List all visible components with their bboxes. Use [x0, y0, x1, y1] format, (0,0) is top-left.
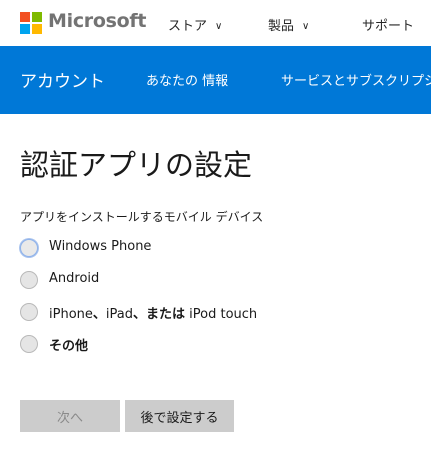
nav-products[interactable]: 製品 ∨ — [268, 15, 309, 34]
radio-button[interactable] — [20, 239, 38, 257]
account-home-link[interactable]: アカウント — [20, 67, 105, 92]
label-part: iPad — [105, 307, 133, 322]
label-part: 、 — [92, 307, 106, 322]
label-part: 、 — [133, 307, 147, 322]
radio-label-ios: iPhone、iPad、または iPod touch — [49, 303, 257, 322]
radio-label-other: その他 — [49, 335, 88, 354]
label-text: その他 — [49, 339, 89, 354]
logo-red-square — [20, 12, 30, 22]
account-nav-your-info[interactable]: あなたの 情報 — [146, 70, 228, 89]
label-part: iPhone — [49, 307, 93, 322]
logo-yellow-square — [32, 24, 42, 34]
page-title: 認証アプリの設定 — [20, 148, 253, 182]
nav-products-label: 製品 — [268, 19, 295, 34]
nav-store[interactable]: ストア ∨ — [168, 15, 222, 34]
account-nav-bar: アカウント あなたの 情報 サービスとサブスクリプシ — [0, 46, 431, 114]
label-part: または — [146, 307, 186, 322]
logo-green-square — [32, 12, 42, 22]
chevron-down-icon: ∨ — [302, 21, 310, 32]
label-part: iPod touch — [185, 307, 258, 322]
device-question-label: アプリをインストールするモバイル デバイス — [20, 210, 264, 224]
account-nav-services-subscriptions[interactable]: サービスとサブスクリプシ — [281, 70, 431, 89]
next-button[interactable]: 次へ — [20, 400, 120, 432]
radio-label-windows-phone: Windows Phone — [49, 239, 152, 254]
radio-button[interactable] — [20, 271, 38, 289]
nav-store-label: ストア — [168, 19, 208, 34]
brand-name[interactable]: Microsoft — [48, 10, 146, 32]
nav-support[interactable]: サポート — [362, 15, 414, 34]
setup-later-button[interactable]: 後で設定する — [125, 400, 234, 432]
microsoft-logo-icon[interactable] — [20, 12, 42, 34]
radio-button[interactable] — [20, 303, 38, 321]
nav-support-label: サポート — [362, 19, 415, 34]
radio-button[interactable] — [20, 335, 38, 353]
radio-label-android: Android — [49, 271, 100, 286]
logo-blue-square — [20, 24, 30, 34]
site-header: Microsoft ストア ∨ 製品 ∨ サポート — [0, 0, 431, 46]
chevron-down-icon: ∨ — [215, 21, 223, 32]
